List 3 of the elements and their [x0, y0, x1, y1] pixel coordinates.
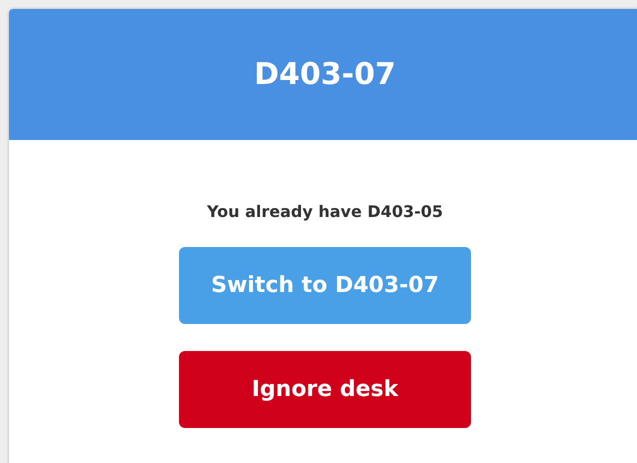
- message-text: You already have D403-05: [207, 202, 443, 221]
- dialog-title: D403-07: [254, 57, 396, 92]
- ignore-button[interactable]: Ignore desk: [179, 351, 471, 428]
